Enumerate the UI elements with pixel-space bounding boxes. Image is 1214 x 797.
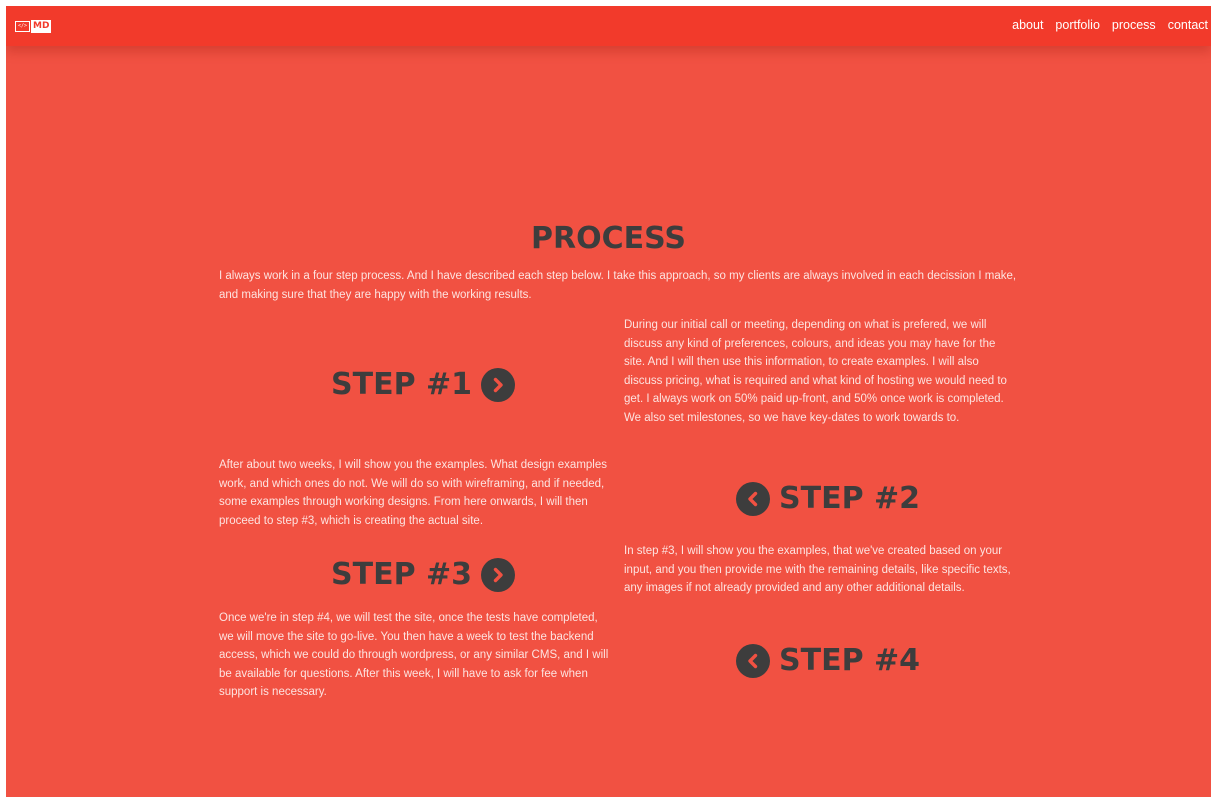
nav-link-portfolio[interactable]: portfolio bbox=[1055, 17, 1099, 33]
step-4-text: Once we're in step #4, we will test the … bbox=[219, 612, 609, 698]
step-2-heading: STEP #2 bbox=[736, 479, 920, 519]
code-icon: </> bbox=[15, 21, 30, 32]
navbar: </> MD about portfolio process contact bbox=[6, 6, 1211, 46]
step-1-text: During our initial call or meeting, depe… bbox=[624, 319, 1007, 424]
logo-text: MD bbox=[31, 20, 52, 33]
step-1-label: STEP #1 bbox=[331, 367, 473, 402]
step-4-label: STEP #4 bbox=[779, 643, 921, 678]
chevron-right-circle-icon[interactable] bbox=[481, 368, 516, 402]
step-3-heading: STEP #3 bbox=[331, 555, 516, 595]
chevron-left-circle-icon[interactable] bbox=[736, 644, 770, 678]
intro-text: I always work in a four step process. An… bbox=[219, 270, 1017, 301]
step-3-text: In step #3, I will show you the examples… bbox=[624, 545, 1011, 594]
step-2-text: After about two weeks, I will show you t… bbox=[219, 459, 607, 527]
chevron-right-circle-icon[interactable] bbox=[481, 558, 516, 592]
step-1-heading: STEP #1 bbox=[331, 365, 516, 405]
nav-link-process[interactable]: process bbox=[1112, 17, 1156, 33]
chevron-left-circle-icon[interactable] bbox=[736, 482, 770, 516]
nav-link-contact[interactable]: contact bbox=[1168, 17, 1208, 33]
step-4-heading: STEP #4 bbox=[736, 641, 920, 681]
step-2-label: STEP #2 bbox=[779, 481, 921, 516]
site-logo[interactable]: </> MD bbox=[15, 20, 52, 33]
page-frame: </> MD about portfolio process contact P… bbox=[6, 6, 1211, 797]
step-3-label: STEP #3 bbox=[331, 557, 473, 592]
section-title: PROCESS bbox=[531, 221, 686, 256]
main-nav: about portfolio process contact bbox=[1000, 17, 1208, 33]
nav-link-about[interactable]: about bbox=[1012, 17, 1043, 33]
